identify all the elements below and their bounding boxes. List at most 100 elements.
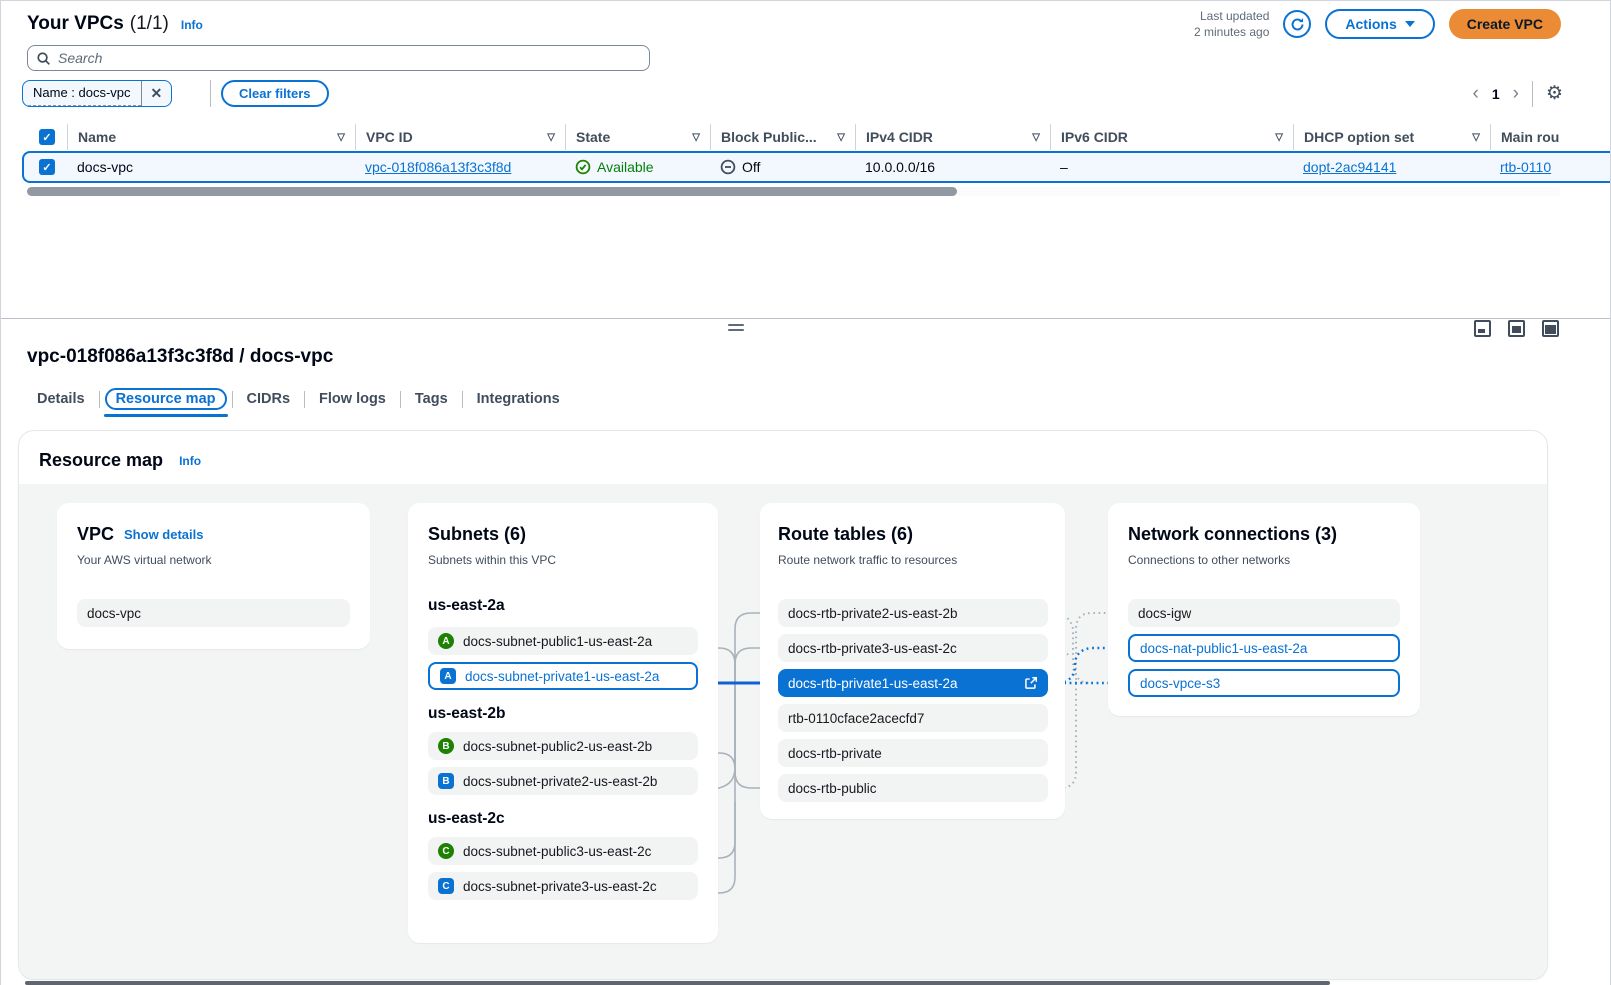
az-heading: us-east-2c xyxy=(428,809,698,829)
subnets-column-title: Subnets (6) xyxy=(428,523,698,545)
page-info-link[interactable]: Info xyxy=(181,18,203,32)
route-table-node[interactable]: docs-rtb-public xyxy=(778,774,1048,802)
tab-resource-map[interactable]: Resource map xyxy=(100,384,232,414)
az-a-private-badge: A xyxy=(440,668,456,684)
vpc-list-pane: Your VPCs (1/1) Info Last updated 2 minu… xyxy=(0,0,1611,318)
table-row[interactable]: ✓ docs-vpc vpc-018f086a13f3c3f8d Availab… xyxy=(22,151,1611,183)
az-a-public-badge: A xyxy=(438,633,454,649)
page-prev-icon[interactable]: ‹ xyxy=(1473,84,1479,103)
panel-medium-icon[interactable] xyxy=(1508,320,1525,337)
az-c-public-badge: C xyxy=(438,843,454,859)
column-header-main-route-table[interactable]: Main rou xyxy=(1490,124,1611,150)
subnet-node[interactable]: A docs-subnet-public1-us-east-2a xyxy=(428,627,698,655)
sort-filter-icon[interactable]: ▽ xyxy=(837,132,845,143)
network-connections-column: Network connections (3) Connections to o… xyxy=(1108,503,1420,716)
route-tables-column-description: Route network traffic to resources xyxy=(778,553,1048,568)
search-input[interactable] xyxy=(58,50,641,66)
select-all-cell: ✓ xyxy=(27,124,67,150)
route-table-node[interactable]: docs-rtb-private3-us-east-2c xyxy=(778,634,1048,662)
cell-name: docs-vpc xyxy=(67,159,355,175)
resource-map-canvas: VPC Show details Your AWS virtual networ… xyxy=(19,484,1547,979)
filter-token[interactable]: Name : docs-vpc ✕ xyxy=(22,80,172,107)
remove-filter-icon[interactable]: ✕ xyxy=(142,85,172,102)
subnet-node[interactable]: C docs-subnet-public3-us-east-2c xyxy=(428,837,698,865)
sort-filter-icon[interactable]: ▽ xyxy=(1275,132,1283,143)
chevron-down-icon xyxy=(1405,21,1415,27)
panel-small-icon[interactable] xyxy=(1474,320,1491,337)
sort-filter-icon[interactable]: ▽ xyxy=(547,132,555,143)
resource-map-info-link[interactable]: Info xyxy=(179,454,201,468)
page-number[interactable]: 1 xyxy=(1492,86,1500,102)
page-horizontal-scrollbar[interactable] xyxy=(25,981,1330,985)
page-header: Your VPCs (1/1) Info xyxy=(27,13,203,35)
show-details-link[interactable]: Show details xyxy=(124,527,203,542)
pagination: ‹ 1 › ⚙ xyxy=(1473,80,1564,107)
sort-filter-icon[interactable]: ▽ xyxy=(1472,132,1480,143)
horizontal-scrollbar[interactable] xyxy=(27,187,1561,196)
vpc-node[interactable]: docs-vpc xyxy=(77,599,350,627)
cell-ipv4-cidr: 10.0.0.0/16 xyxy=(855,159,1050,175)
az-heading: us-east-2a xyxy=(428,596,698,616)
actions-button[interactable]: Actions xyxy=(1325,9,1434,39)
select-all-checkbox[interactable]: ✓ xyxy=(39,129,55,145)
network-connection-node-highlighted[interactable]: docs-vpce-s3 xyxy=(1128,669,1400,697)
search-icon xyxy=(36,51,51,66)
network-connection-node[interactable]: docs-igw xyxy=(1128,599,1400,627)
dhcp-option-set-link[interactable]: dopt-2ac94141 xyxy=(1303,159,1396,175)
column-header-state[interactable]: State▽ xyxy=(565,124,710,150)
gear-icon[interactable]: ⚙ xyxy=(1546,84,1563,103)
subnet-node[interactable]: C docs-subnet-private3-us-east-2c xyxy=(428,872,698,900)
column-header-ipv4-cidr[interactable]: IPv4 CIDR▽ xyxy=(855,124,1050,150)
last-updated-text: Last updated 2 minutes ago xyxy=(1194,8,1269,40)
sort-filter-icon[interactable]: ▽ xyxy=(692,132,700,143)
sort-filter-icon[interactable]: ▽ xyxy=(1032,132,1040,143)
route-table-node-selected[interactable]: docs-rtb-private1-us-east-2a xyxy=(778,669,1048,697)
route-table-node[interactable]: rtb-0110cface2acecfd7 xyxy=(778,704,1048,732)
az-b-private-badge: B xyxy=(438,773,454,789)
column-header-ipv6-cidr[interactable]: IPv6 CIDR▽ xyxy=(1050,124,1293,150)
page-count: (1/1) xyxy=(130,13,169,35)
create-vpc-button[interactable]: Create VPC xyxy=(1449,9,1561,39)
sort-filter-icon[interactable]: ▽ xyxy=(337,132,345,143)
tab-integrations[interactable]: Integrations xyxy=(463,384,574,414)
cell-ipv6-cidr: – xyxy=(1050,159,1293,175)
detail-tabs: Details Resource map CIDRs Flow logs Tag… xyxy=(27,384,574,414)
column-header-dhcp[interactable]: DHCP option set▽ xyxy=(1293,124,1490,150)
route-table-node[interactable]: docs-rtb-private xyxy=(778,739,1048,767)
filter-token-label: Name : docs-vpc xyxy=(23,81,141,106)
tab-flow-logs[interactable]: Flow logs xyxy=(305,384,400,414)
header-actions: Last updated 2 minutes ago Actions Creat… xyxy=(1194,8,1561,40)
subnet-node-selected[interactable]: A docs-subnet-private1-us-east-2a xyxy=(428,662,698,690)
refresh-button[interactable] xyxy=(1283,10,1311,38)
clear-filters-button[interactable]: Clear filters xyxy=(221,80,329,107)
panel-full-icon[interactable] xyxy=(1542,320,1559,337)
divider xyxy=(210,80,211,107)
external-link-icon[interactable] xyxy=(1024,676,1038,690)
route-tables-column: Route tables (6) Route network traffic t… xyxy=(760,503,1065,819)
main-route-table-link[interactable]: rtb-0110 xyxy=(1500,159,1551,175)
subnet-node[interactable]: B docs-subnet-public2-us-east-2b xyxy=(428,732,698,760)
page-next-icon[interactable]: › xyxy=(1513,84,1519,103)
column-header-vpc-id[interactable]: VPC ID▽ xyxy=(355,124,565,150)
subnet-node[interactable]: B docs-subnet-private2-us-east-2b xyxy=(428,767,698,795)
vpc-id-link[interactable]: vpc-018f086a13f3c3f8d xyxy=(365,159,511,175)
network-connection-node-highlighted[interactable]: docs-nat-public1-us-east-2a xyxy=(1128,634,1400,662)
cell-block-public: Off xyxy=(710,159,855,175)
split-drag-handle-icon[interactable] xyxy=(728,324,744,334)
divider xyxy=(1532,81,1533,107)
page-title: Your VPCs xyxy=(27,13,124,35)
column-header-block-public[interactable]: Block Public...▽ xyxy=(710,124,855,150)
tab-cidrs[interactable]: CIDRs xyxy=(233,384,305,414)
route-table-node[interactable]: docs-rtb-private2-us-east-2b xyxy=(778,599,1048,627)
tab-tags[interactable]: Tags xyxy=(401,384,462,414)
az-b-public-badge: B xyxy=(438,738,454,754)
resource-map-title: Resource map xyxy=(39,450,163,471)
az-c-private-badge: C xyxy=(438,878,454,894)
cell-state: Available xyxy=(565,159,710,175)
horizontal-scrollbar-thumb[interactable] xyxy=(27,187,957,196)
tab-details[interactable]: Details xyxy=(27,384,99,414)
detail-pane-title: vpc-018f086a13f3c3f8d / docs-vpc xyxy=(27,346,333,368)
column-header-name[interactable]: Name▽ xyxy=(67,124,355,150)
row-checkbox-cell: ✓ xyxy=(27,159,67,175)
row-checkbox[interactable]: ✓ xyxy=(39,159,55,175)
